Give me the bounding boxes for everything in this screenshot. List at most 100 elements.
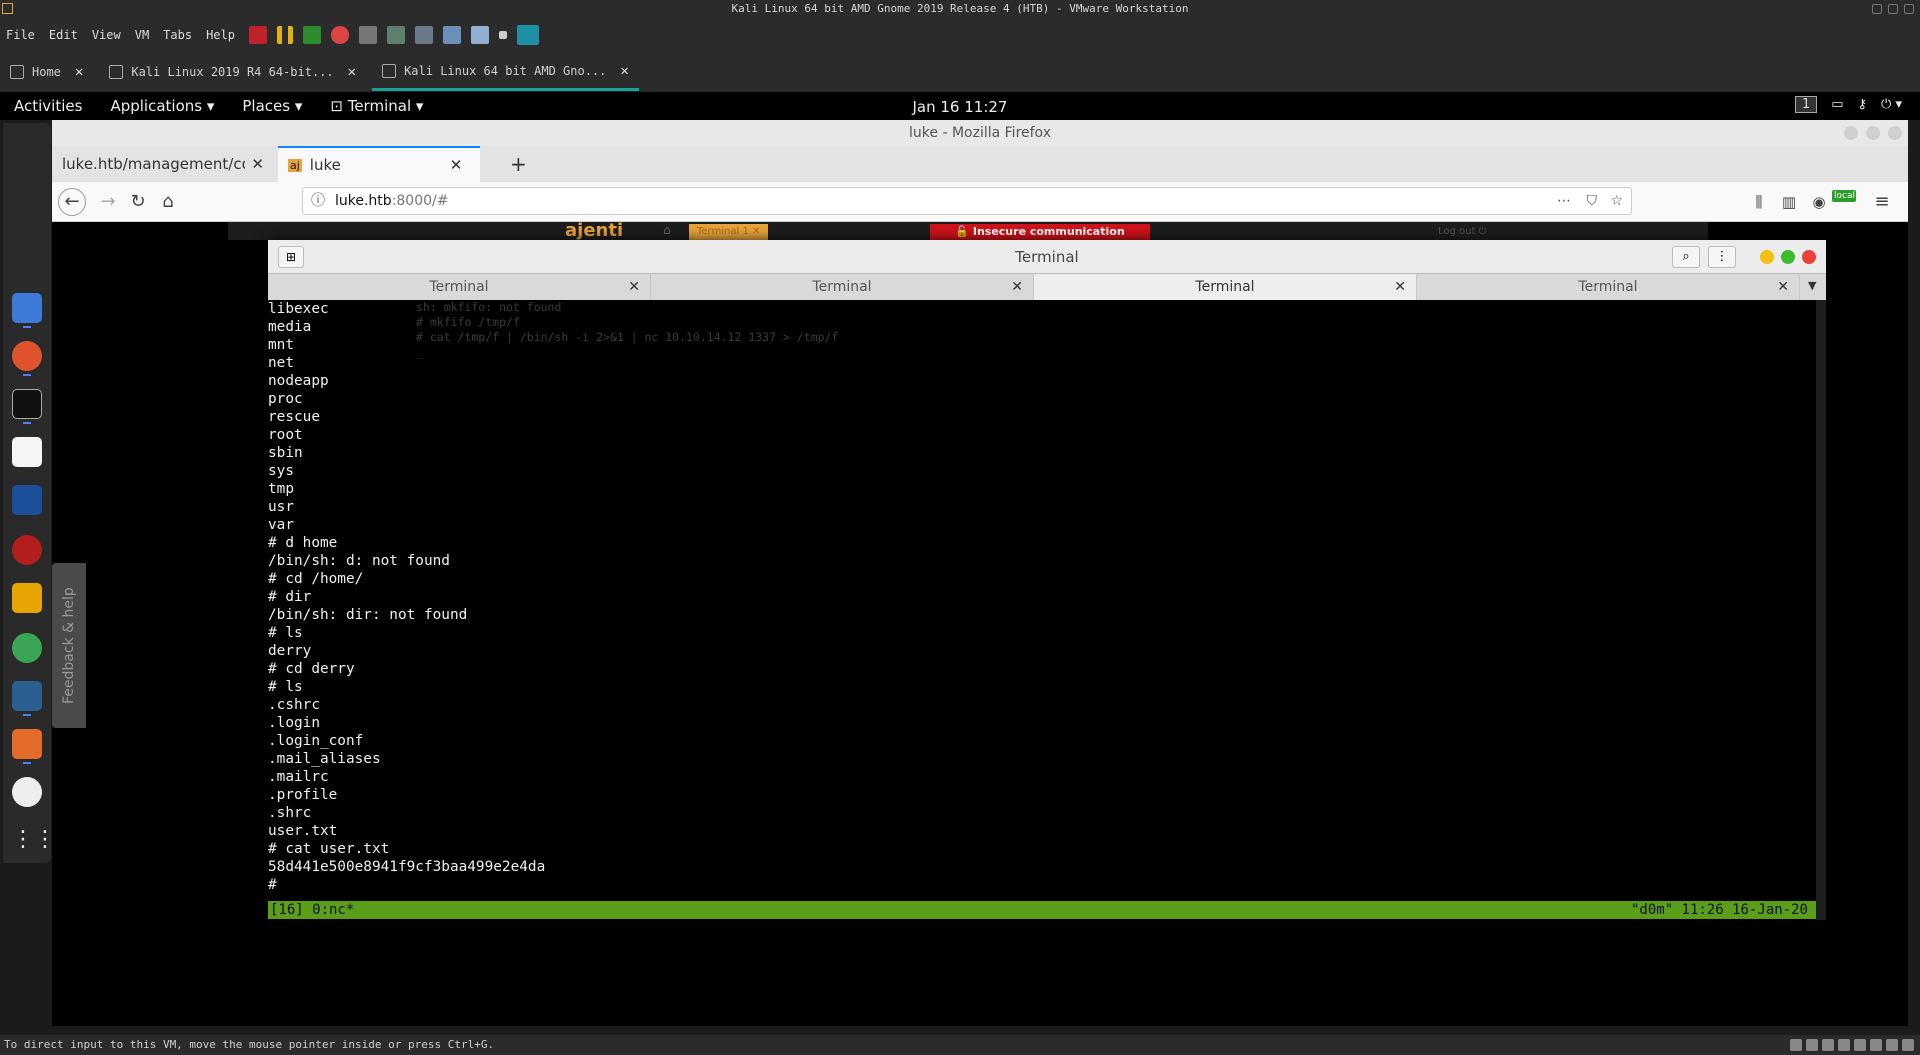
pocket-icon[interactable]: ⛉ bbox=[1587, 188, 1598, 214]
close-icon[interactable] bbox=[1904, 4, 1914, 14]
sidebar-icon[interactable]: ▥ bbox=[1777, 190, 1801, 214]
vm-tab-kali-2019[interactable]: Kali Linux 2019 R4 64-bit... ✕ bbox=[99, 53, 366, 91]
chrome-icon[interactable] bbox=[12, 633, 42, 663]
message-log-icon[interactable] bbox=[1902, 1039, 1914, 1051]
ajenti-favicon: aj bbox=[288, 158, 302, 172]
firefox-icon[interactable] bbox=[12, 341, 42, 371]
minimize-icon[interactable] bbox=[1844, 126, 1858, 140]
terminal-tab-3[interactable]: Terminal ✕ bbox=[1034, 274, 1417, 300]
disc-icon[interactable] bbox=[12, 777, 42, 807]
power-icon[interactable]: ⏻ ▾ bbox=[1881, 97, 1902, 112]
search-icon[interactable]: ⌕ bbox=[1672, 246, 1700, 268]
close-icon[interactable]: ✕ bbox=[251, 155, 264, 173]
activities-button[interactable]: Activities bbox=[14, 97, 82, 115]
terminal-line: # ls bbox=[268, 679, 303, 695]
menu-edit[interactable]: Edit bbox=[49, 28, 78, 42]
key-icon[interactable]: ⚷ bbox=[1858, 97, 1868, 112]
snapshot-icon[interactable] bbox=[358, 26, 377, 44]
metasploit-icon[interactable] bbox=[12, 485, 42, 515]
close-icon[interactable]: ✕ bbox=[450, 156, 463, 174]
tab-list-dropdown-icon[interactable]: ▼ bbox=[1808, 279, 1816, 292]
workspace-indicator[interactable]: 1 bbox=[1794, 96, 1818, 113]
close-icon[interactable]: ✕ bbox=[1394, 274, 1406, 300]
info-icon[interactable]: ⓘ bbox=[311, 188, 325, 214]
close-icon[interactable]: ✕ bbox=[1777, 274, 1789, 300]
minimize-icon[interactable] bbox=[1872, 4, 1882, 14]
terminal-tab-4[interactable]: Terminal ✕ bbox=[1417, 274, 1800, 300]
text-editor-icon[interactable] bbox=[12, 437, 42, 467]
terminal-tab-1[interactable]: Terminal ✕ bbox=[268, 274, 651, 300]
close-icon[interactable] bbox=[1888, 126, 1902, 140]
network-tool-icon[interactable] bbox=[12, 681, 42, 711]
menu-file[interactable]: File bbox=[6, 28, 35, 42]
close-icon[interactable]: ✕ bbox=[620, 63, 628, 79]
harddisk-icon[interactable] bbox=[1790, 1039, 1802, 1051]
power-off-icon[interactable] bbox=[248, 26, 267, 44]
url-bar[interactable]: ⓘ luke.htb:8000/# ⋯ ⛉ ☆ bbox=[302, 187, 1632, 215]
vm-tab-home[interactable]: Home ✕ bbox=[0, 53, 93, 91]
printer-icon[interactable] bbox=[1870, 1039, 1882, 1051]
reload-button[interactable]: ↻ bbox=[126, 190, 150, 214]
home-button[interactable]: ⌂ bbox=[156, 190, 180, 214]
maximize-icon[interactable] bbox=[1866, 126, 1880, 140]
close-icon[interactable] bbox=[1802, 250, 1816, 264]
back-button[interactable]: ← bbox=[58, 188, 86, 216]
account-icon[interactable]: ◉ bbox=[1807, 190, 1831, 214]
restart-icon[interactable] bbox=[330, 26, 349, 44]
terminal-scrollbar[interactable] bbox=[1816, 300, 1826, 920]
menu-vm[interactable]: VM bbox=[135, 28, 149, 42]
local-badge[interactable]: local bbox=[1832, 190, 1856, 214]
menu-tabs[interactable]: Tabs bbox=[163, 28, 192, 42]
files-icon[interactable] bbox=[12, 293, 42, 323]
places-menu[interactable]: Places ▾ bbox=[242, 97, 302, 115]
fullscreen-icon[interactable] bbox=[442, 26, 461, 44]
hamburger-menu-icon[interactable]: ≡ bbox=[1870, 190, 1894, 214]
network-icon[interactable] bbox=[1822, 1039, 1834, 1051]
thumbnail-view-icon[interactable] bbox=[516, 25, 539, 45]
menu-view[interactable]: View bbox=[92, 28, 121, 42]
close-icon[interactable]: ✕ bbox=[348, 64, 356, 80]
app-grid-icon[interactable]: ⋮⋮ bbox=[12, 825, 56, 855]
terminal-output[interactable]: sh: mkfifo: not found # mkfifo /tmp/f # ca… bbox=[268, 300, 1816, 920]
burpsuite-icon[interactable] bbox=[12, 729, 42, 759]
snapshot-manager-icon[interactable] bbox=[414, 26, 433, 44]
terminal-tab-2[interactable]: Terminal ✕ bbox=[651, 274, 1034, 300]
display-icon[interactable] bbox=[1886, 1039, 1898, 1051]
forward-button[interactable]: → bbox=[96, 190, 120, 214]
maximize-icon[interactable] bbox=[1781, 250, 1795, 264]
usb-icon[interactable] bbox=[1838, 1039, 1850, 1051]
ajenti-tab-terminal[interactable]: Terminal 1 ✕ bbox=[689, 224, 769, 240]
pause-icon[interactable] bbox=[276, 26, 293, 44]
terminal-app-menu[interactable]: ⊡ Terminal ▾ bbox=[330, 97, 423, 115]
page-actions-icon[interactable]: ⋯ bbox=[1557, 188, 1571, 214]
bookmark-star-icon[interactable]: ☆ bbox=[1610, 188, 1623, 214]
ajenti-logo[interactable]: ajenti bbox=[565, 220, 623, 241]
feedback-tab[interactable]: Feedback & help bbox=[52, 563, 86, 728]
applications-menu[interactable]: Applications ▾ bbox=[110, 97, 214, 115]
play-icon[interactable] bbox=[302, 26, 321, 44]
minimize-icon[interactable] bbox=[1760, 250, 1774, 264]
new-tab-button[interactable]: + bbox=[500, 146, 537, 182]
logout-link[interactable]: Log out ⏻ bbox=[1438, 226, 1487, 237]
sound-icon[interactable] bbox=[1854, 1039, 1866, 1051]
terminal-icon[interactable] bbox=[12, 389, 42, 419]
menu-help[interactable]: Help bbox=[206, 28, 235, 42]
library-icon[interactable]: ⫼ bbox=[1747, 190, 1771, 214]
snapshot-revert-icon[interactable] bbox=[386, 26, 405, 44]
close-icon[interactable]: ✕ bbox=[75, 64, 83, 80]
unity-icon[interactable] bbox=[470, 26, 489, 44]
maximize-icon[interactable] bbox=[1888, 4, 1898, 14]
cherrytree-icon[interactable] bbox=[12, 535, 42, 565]
vm-tab-kali-amd[interactable]: Kali Linux 64 bit AMD Gno... ✕ bbox=[372, 53, 639, 91]
insecure-warning[interactable]: 🔓 Insecure communication bbox=[930, 224, 1150, 240]
cdrom-icon[interactable] bbox=[1806, 1039, 1818, 1051]
firefox-tab-config[interactable]: luke.htb/management/confi ✕ bbox=[52, 146, 274, 182]
console-view-icon[interactable] bbox=[498, 31, 507, 39]
chat-icon[interactable]: ▭ bbox=[1831, 97, 1843, 112]
home-icon[interactable]: ⌂ bbox=[663, 223, 671, 237]
close-icon[interactable]: ✕ bbox=[628, 274, 640, 300]
firefox-tab-luke[interactable]: aj luke ✕ bbox=[278, 146, 480, 182]
close-icon[interactable]: ✕ bbox=[1011, 274, 1023, 300]
maltego-icon[interactable] bbox=[12, 583, 42, 613]
menu-icon[interactable]: ⋮ bbox=[1708, 246, 1736, 268]
